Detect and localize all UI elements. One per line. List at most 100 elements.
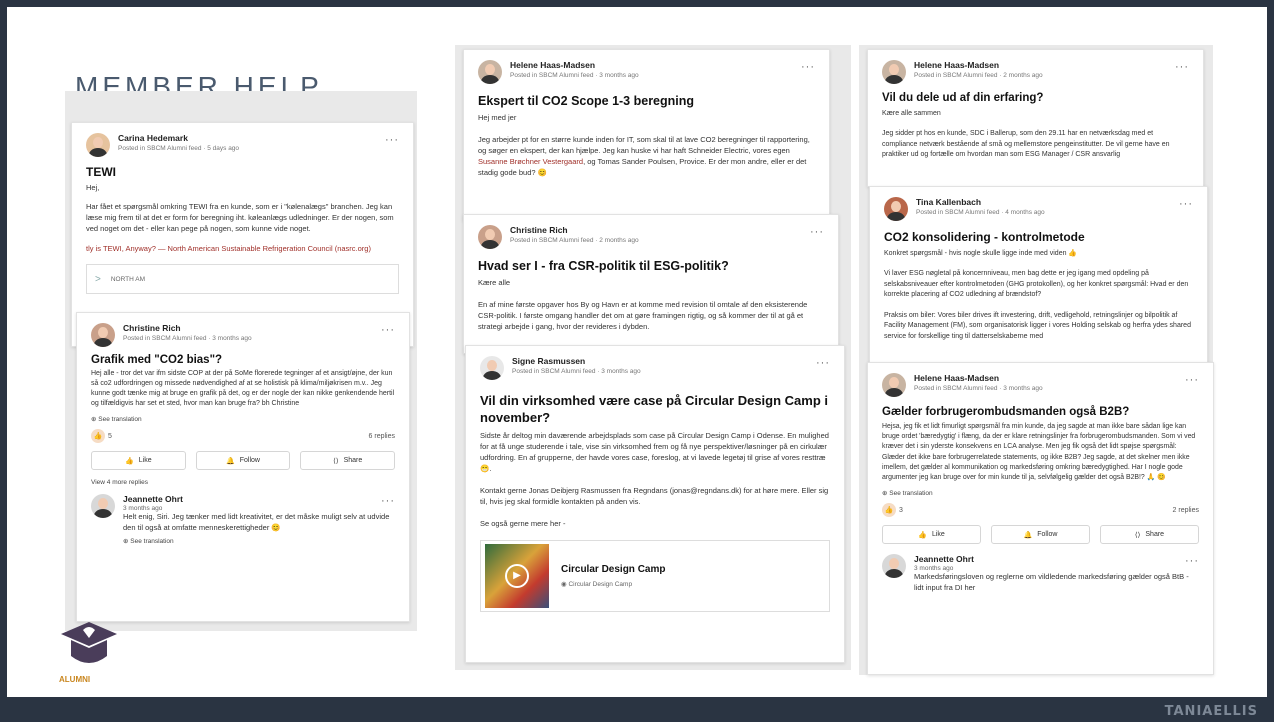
like-button[interactable]: 👍 Like [91, 451, 186, 470]
post-co2-scope[interactable]: Helene Haas-Madsen Posted in SBCM Alumni… [463, 49, 830, 221]
post-meta: Posted in SBCM Alumni feed · 2 months ag… [510, 237, 639, 244]
avatar[interactable] [480, 356, 504, 380]
avatar[interactable] [882, 373, 906, 397]
post-author[interactable]: Signe Rasmussen [512, 356, 641, 367]
replies-count[interactable]: 6 replies [369, 433, 395, 440]
see-translation-label[interactable]: See translation [889, 490, 932, 497]
post-title: Hvad ser I - fra CSR-politik til ESG-pol… [478, 259, 729, 273]
avatar[interactable] [86, 133, 110, 157]
follow-label: Follow [1037, 531, 1058, 539]
post-title: CO2 konsolidering - kontrolmetode [884, 230, 1085, 244]
reply: Jeannette Ohrt 3 months ago Helt enig, S… [91, 494, 395, 545]
reactions-number: 3 [899, 507, 903, 515]
post-meta: Posted in SBCM Alumni feed · 5 days ago [118, 145, 240, 152]
post-greeting: Hej, [86, 183, 100, 192]
post-body: Hejsa, jeg fik et lidt fimurligt spørgsm… [882, 423, 1196, 482]
post-body: Vi laver ESG nøgletal på koncernniveau, … [884, 270, 1189, 298]
more-options-icon[interactable]: ··· [816, 358, 830, 369]
post-author[interactable]: Helene Haas-Madsen [510, 60, 639, 71]
share-icon: ⟨⟩ [1134, 531, 1141, 539]
post-erfaring[interactable]: Helene Haas-Madsen Posted in SBCM Alumni… [867, 49, 1204, 187]
post-body: En af mine første opgaver hos By og Havn… [478, 300, 808, 331]
post-title: Ekspert til CO2 Scope 1-3 beregning [478, 94, 695, 108]
post-body: Jeg arbejder pt for en større kunde inde… [478, 134, 815, 178]
post-b2b[interactable]: Helene Haas-Madsen Posted in SBCM Alumni… [867, 362, 1214, 675]
reactions-number: 5 [108, 433, 112, 440]
post-csr-esg[interactable]: Christine Rich Posted in SBCM Alumni fee… [463, 214, 839, 354]
alumni-logo: ALUMNI [59, 620, 119, 690]
avatar[interactable] [478, 225, 502, 249]
thumbs-up-icon: 👍 [91, 429, 105, 443]
more-options-icon[interactable]: ··· [381, 496, 395, 507]
more-options-icon[interactable]: ··· [1179, 199, 1193, 210]
view-more-replies[interactable]: View 4 more replies [91, 479, 395, 486]
link-card[interactable]: ▶ Circular Design Camp ◉ Circular Design… [480, 540, 830, 612]
reply: Jeannette Ohrt 3 months ago Markedsførin… [882, 554, 1199, 593]
like-button[interactable]: 👍 Like [882, 525, 981, 545]
follow-label: Follow [239, 457, 260, 464]
see-translation-label[interactable]: See translation [98, 416, 141, 423]
more-options-icon[interactable]: ··· [381, 325, 395, 336]
post-title: Vil du dele ud af din erfaring? [882, 92, 1044, 104]
share-button[interactable]: ⟨⟩ Share [1100, 525, 1199, 545]
post-co2-konsolidering[interactable]: Tina Kallenbach Posted in SBCM Alumni fe… [869, 186, 1208, 366]
post-meta: Posted in SBCM Alumni feed · 4 months ag… [916, 209, 1045, 216]
link-preview[interactable]: > NORTH AM [86, 264, 399, 294]
reply-text: Markedsføringsloven og reglerne om vildl… [914, 572, 1189, 592]
reactions-count[interactable]: 👍 5 [91, 429, 112, 443]
bell-icon: 🔔 [1023, 531, 1033, 539]
follow-button[interactable]: 🔔 Follow [991, 525, 1090, 545]
reply-author[interactable]: Jeannette Ohrt [123, 494, 395, 505]
avatar[interactable] [478, 60, 502, 84]
post-circular-design-camp[interactable]: Signe Rasmussen Posted in SBCM Alumni fe… [465, 345, 845, 663]
avatar[interactable] [882, 60, 906, 84]
more-options-icon[interactable]: ··· [1175, 62, 1189, 73]
thumbs-up-icon: 👍 [125, 457, 134, 465]
avatar[interactable] [91, 494, 115, 518]
see-translation[interactable]: ⊕ See translation [123, 537, 395, 545]
avatar[interactable] [884, 197, 908, 221]
reply-author[interactable]: Jeannette Ohrt [914, 554, 1199, 565]
thumbs-up-icon: 👍 [918, 531, 927, 539]
post-greeting: Hej med jer [478, 113, 517, 122]
follow-button[interactable]: 🔔 Follow [195, 451, 291, 470]
post-link[interactable]: tly is TEWI, Anyway? — North American Su… [86, 243, 399, 254]
see-translation[interactable]: ⊕ See translation [882, 489, 1199, 497]
share-button[interactable]: ⟨⟩ Share [300, 451, 396, 470]
more-options-icon[interactable]: ··· [810, 227, 824, 238]
post-author[interactable]: Tina Kallenbach [916, 197, 1045, 208]
replies-count[interactable]: 2 replies [1173, 507, 1199, 514]
share-icon: ⟨⟩ [333, 457, 339, 465]
post-body-part: Jeg arbejder pt for en større kunde inde… [478, 135, 810, 155]
see-translation[interactable]: ⊕ See translation [91, 415, 395, 423]
avatar[interactable] [91, 323, 115, 347]
post-greeting: Kære alle sammen [882, 110, 941, 117]
link-thumbnail: ▶ [485, 544, 549, 608]
see-translation-label[interactable]: See translation [130, 538, 173, 545]
post-body: Se også gerne mere her - [480, 519, 566, 528]
post-meta: Posted in SBCM Alumni feed · 3 months ag… [510, 72, 639, 79]
post-author[interactable]: Christine Rich [510, 225, 639, 236]
post-author[interactable]: Helene Haas-Madsen [914, 373, 1043, 384]
post-body: Hej alle - tror det var ifm sidste COP a… [91, 370, 395, 407]
reactions-count[interactable]: 👍 3 [882, 503, 903, 518]
more-options-icon[interactable]: ··· [1185, 556, 1199, 567]
post-greeting: Konkret spørgsmål - hvis nogle skulle li… [884, 250, 1078, 257]
post-title: Gælder forbrugerombudsmanden også B2B? [882, 406, 1130, 418]
arrow-icon: > [95, 273, 101, 285]
post-author[interactable]: Carina Hedemark [118, 133, 239, 144]
avatar[interactable] [882, 554, 906, 579]
post-author[interactable]: Helene Haas-Madsen [914, 60, 1043, 71]
post-meta: Posted in SBCM Alumni feed · 2 months ag… [914, 72, 1043, 79]
post-title: TEWI [86, 165, 116, 179]
like-label: Like [931, 531, 945, 539]
more-options-icon[interactable]: ··· [1185, 375, 1199, 386]
more-options-icon[interactable]: ··· [801, 62, 815, 73]
post-co2-bias[interactable]: Christine Rich Posted in SBCM Alumni fee… [76, 312, 410, 622]
graduation-cap-icon [61, 622, 117, 663]
more-options-icon[interactable]: ··· [385, 135, 399, 146]
mention-link[interactable]: Susanne Brøchner Vestergaard [478, 157, 583, 166]
post-author[interactable]: Christine Rich [123, 323, 252, 334]
link-card-title[interactable]: Circular Design Camp [561, 564, 665, 575]
play-icon: ▶ [505, 564, 529, 588]
